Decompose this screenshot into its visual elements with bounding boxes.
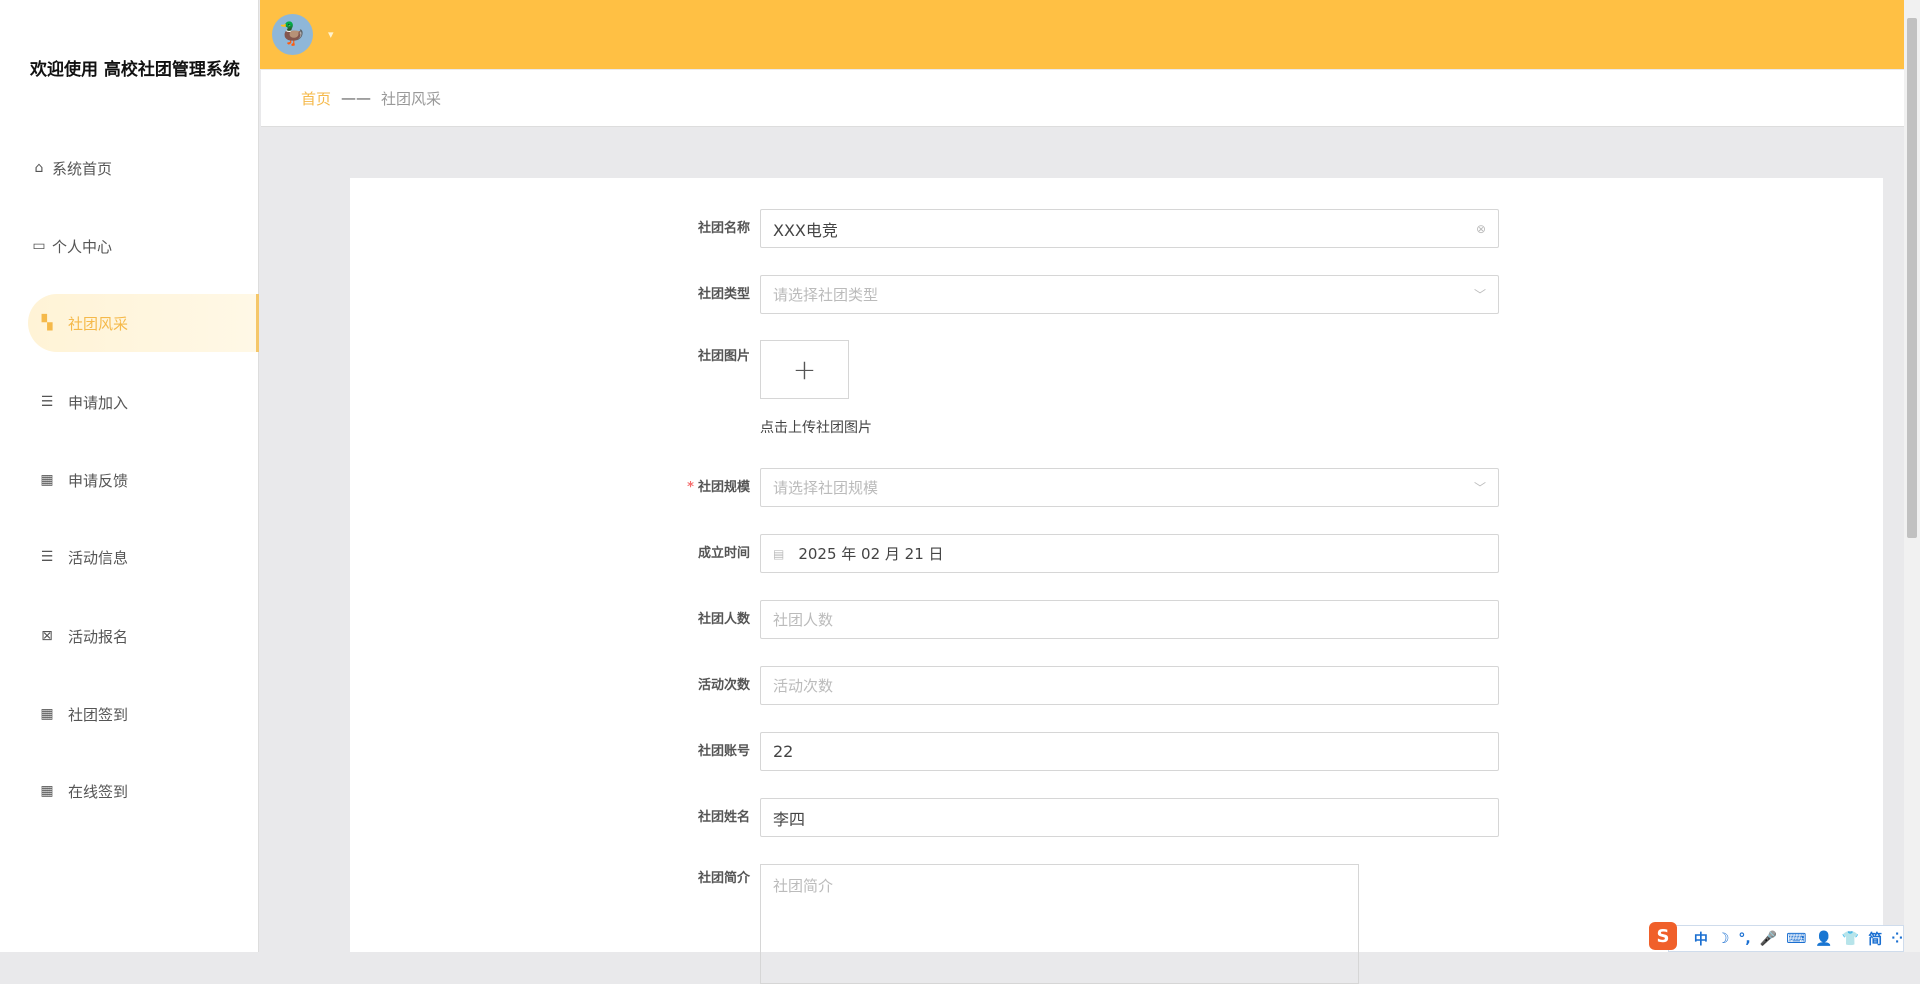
input-value: 22 [773, 742, 794, 761]
label: 活动次数 [697, 678, 750, 693]
skin-icon[interactable]: 👕 [1842, 931, 1859, 947]
menu-label: 社团风采 [68, 314, 129, 333]
list-icon: ☰ [40, 549, 54, 565]
label: 社团账号 [697, 744, 750, 759]
calendar-icon: ▤ [773, 546, 785, 561]
menu-label: 个人中心 [52, 237, 113, 256]
founded-date-picker[interactable]: ▤ 2025 年 02 月 21 日 [760, 534, 1499, 573]
scrollbar[interactable] [1904, 0, 1920, 952]
menu-label: 申请反馈 [68, 471, 129, 490]
intro-textarea[interactable]: 社团简介 [760, 864, 1359, 984]
simplified-toggle[interactable]: 简 [1868, 929, 1882, 949]
plus-icon: + [792, 353, 817, 386]
top-header: 🦆 ▾ [260, 0, 1904, 69]
ime-toolbar: S 中 ☽ °, 🎤 ⌨ 👤 👕 简 ⁘ [1649, 922, 1904, 952]
wallet-icon: ▭ [32, 238, 46, 254]
ime-language[interactable]: 中 [1694, 929, 1708, 949]
clear-icon[interactable]: ⊗ [1476, 222, 1486, 236]
input-value: 2025 年 02 月 21 日 [798, 545, 944, 563]
user-icon[interactable]: 👤 [1815, 931, 1832, 947]
caret-down-icon[interactable]: ▾ [328, 28, 334, 41]
punctuation-icon[interactable]: °, [1738, 931, 1750, 947]
sidebar-item-activity-signup[interactable]: ⊠ 活动报名 [28, 607, 259, 665]
chevron-down-icon: ﹀ [1473, 481, 1486, 495]
sidebar-item-online-checkin[interactable]: ▦ 在线签到 [28, 762, 259, 820]
label: 成立时间 [697, 546, 750, 561]
label: 社团名称 [697, 221, 750, 236]
upload-hint: 点击上传社团图片 [760, 420, 872, 436]
menu-label: 系统首页 [52, 159, 113, 178]
apps-icon[interactable]: ⁘ [1891, 931, 1903, 947]
members-input[interactable]: 社团人数 [760, 600, 1499, 639]
sidebar-item-activity-info[interactable]: ☰ 活动信息 [28, 528, 259, 586]
app-title: 欢迎使用 高校社团管理系统 [30, 60, 240, 80]
label: 社团类型 [697, 287, 750, 302]
label: * 社团规模 [630, 468, 750, 507]
label: 社团人数 [697, 612, 750, 627]
menu-label: 在线签到 [68, 782, 129, 801]
list-icon: ☰ [40, 394, 54, 410]
input-value: XXX电竞 [773, 220, 838, 240]
keyboard-icon[interactable]: ⌨ [1786, 931, 1806, 947]
club-scale-select[interactable]: 请选择社团规模 ﹀ [760, 468, 1499, 507]
home-icon: ⌂ [34, 160, 44, 176]
required-mark: * [687, 480, 694, 495]
club-name-input[interactable]: XXX电竞 ⊗ [760, 209, 1499, 248]
breadcrumb-separator: —— [341, 89, 372, 107]
sidebar-item-apply-join[interactable]: ☰ 申请加入 [28, 373, 259, 431]
sogou-logo-icon: S [1649, 922, 1677, 950]
chevron-down-icon: ﹀ [1473, 288, 1486, 302]
account-input[interactable]: 22 [760, 732, 1499, 771]
placeholder: 社团人数 [773, 611, 834, 629]
breadcrumb-current: 社团风采 [381, 89, 442, 108]
label-text: 社团规模 [697, 480, 750, 495]
scrollbar-thumb[interactable] [1907, 18, 1917, 538]
placeholder: 请选择社团规模 [773, 479, 879, 497]
microphone-icon[interactable]: 🎤 [1760, 931, 1777, 947]
menu-label: 申请加入 [68, 393, 129, 412]
sidebar-item-apply-feedback[interactable]: ▦ 申请反馈 [28, 451, 259, 509]
menu-label: 活动信息 [68, 548, 129, 567]
activities-input[interactable]: 活动次数 [760, 666, 1499, 705]
label: 社团简介 [697, 871, 750, 886]
placeholder: 活动次数 [773, 677, 834, 695]
sidebar-item-home[interactable]: ⌂ 系统首页 [28, 139, 259, 197]
input-value: 李四 [773, 809, 806, 829]
user-avatar[interactable]: 🦆 [272, 14, 313, 55]
owner-name-input[interactable]: 李四 [760, 798, 1499, 837]
sidebar-item-club-checkin[interactable]: ▦ 社团签到 [28, 685, 259, 743]
club-form: 社团名称 XXX电竞 ⊗ 社团类型 请选择社团类型 ﹀ 社团图片 + 点击上传社团图… [350, 178, 1883, 984]
sidebar-item-club-style[interactable]: ▚ 社团风采 [28, 294, 259, 352]
clipboard-icon: ⊠ [41, 628, 53, 644]
breadcrumb-home[interactable]: 首页 [301, 88, 331, 109]
label: 社团姓名 [697, 810, 750, 825]
menu-label: 活动报名 [68, 627, 129, 646]
menu-label: 社团签到 [68, 705, 129, 724]
sidebar-item-profile[interactable]: ▭ 个人中心 [28, 217, 259, 275]
upload-button[interactable]: + [760, 340, 849, 399]
ticket-icon: ▚ [41, 315, 53, 331]
grid-icon: ▦ [40, 706, 54, 722]
grid-icon: ▦ [40, 783, 54, 799]
breadcrumb: 首页 —— 社团风采 [261, 70, 1904, 127]
club-type-select[interactable]: 请选择社团类型 ﹀ [760, 275, 1499, 314]
placeholder: 请选择社团类型 [773, 286, 879, 304]
label: 社团图片 [697, 349, 750, 364]
moon-icon[interactable]: ☽ [1717, 931, 1730, 947]
grid-icon: ▦ [40, 472, 54, 488]
placeholder: 社团简介 [773, 877, 834, 895]
sidebar: 欢迎使用 高校社团管理系统 ⌂ 系统首页 ▭ 个人中心 ▚ 社团风采 ☰ 申请加入 ▦ 申… [0, 0, 259, 952]
